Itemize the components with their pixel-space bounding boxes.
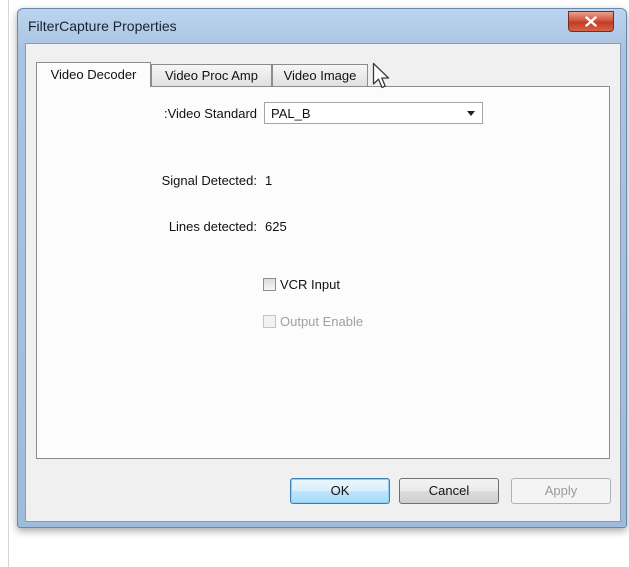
video-standard-label: :Video Standard <box>164 106 257 121</box>
tab-video-image[interactable]: Video Image <box>272 64 368 86</box>
page-left-border <box>8 0 9 567</box>
output-enable-label: Output Enable <box>280 314 364 329</box>
title-bar[interactable]: FilterCapture Properties <box>18 9 626 43</box>
video-standard-dropdown[interactable]: PAL_B <box>264 102 483 124</box>
properties-dialog: FilterCapture Properties Video Decoder V… <box>17 8 627 528</box>
output-enable-checkbox-row: Output Enable <box>263 314 363 329</box>
tab-video-proc-amp[interactable]: Video Proc Amp <box>151 64 272 86</box>
vcr-input-checkbox-row[interactable]: VCR Input <box>263 277 340 292</box>
tab-label: Video Decoder <box>50 67 137 82</box>
dialog-client-area: Video Decoder Video Proc Amp Video Image… <box>25 43 621 522</box>
video-standard-value: PAL_B <box>271 106 311 121</box>
lines-detected-value: 625 <box>265 219 287 234</box>
signal-detected-value: 1 <box>265 173 273 188</box>
tab-label: Video Proc Amp <box>165 68 258 83</box>
dialog-title: FilterCapture Properties <box>28 18 177 34</box>
video-decoder-panel: :Video Standard PAL_B Signal Detected: 1… <box>36 86 610 459</box>
lines-detected-label: Lines detected: <box>168 219 257 234</box>
apply-button: Apply <box>511 478 611 504</box>
close-x-icon <box>585 16 597 27</box>
ok-button[interactable]: OK <box>290 478 390 504</box>
cancel-button[interactable]: Cancel <box>399 478 499 504</box>
tab-video-decoder[interactable]: Video Decoder <box>36 62 151 87</box>
signal-detected-label: Signal Detected: <box>161 173 257 188</box>
mouse-pointer-icon <box>372 62 390 89</box>
vcr-input-label: VCR Input <box>280 277 340 292</box>
chevron-down-icon <box>467 111 475 116</box>
vcr-input-checkbox[interactable] <box>263 278 276 291</box>
close-button[interactable] <box>568 11 614 32</box>
output-enable-checkbox <box>263 315 276 328</box>
tab-label: Video Image <box>283 68 357 83</box>
